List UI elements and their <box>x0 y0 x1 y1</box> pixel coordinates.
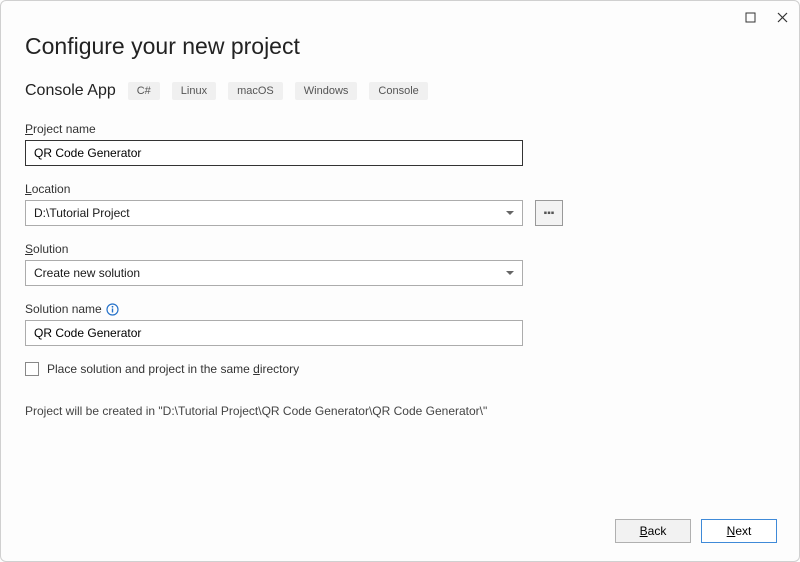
template-tag: Windows <box>295 82 358 100</box>
template-tag: C# <box>128 82 160 100</box>
solution-name-label: Solution name <box>25 302 775 316</box>
project-name-label: Project name <box>25 122 775 136</box>
template-name: Console App <box>25 82 116 100</box>
content-area: Configure your new project Console App C… <box>1 33 799 561</box>
solution-value: Create new solution <box>34 266 140 280</box>
same-directory-label: Place solution and project in the same d… <box>47 362 299 376</box>
template-tag: Console <box>369 82 427 100</box>
project-name-field: Project name <box>25 122 775 166</box>
creation-path-info: Project will be created in "D:\Tutorial … <box>25 404 775 418</box>
solution-field: Solution Create new solution <box>25 242 775 286</box>
ellipsis-icon: ▪▪▪ <box>544 208 555 219</box>
dialog-window: Configure your new project Console App C… <box>0 0 800 562</box>
titlebar <box>1 1 799 33</box>
page-title: Configure your new project <box>25 33 775 60</box>
template-tag: Linux <box>172 82 216 100</box>
solution-name-input[interactable] <box>25 320 523 346</box>
back-button[interactable]: Back <box>615 519 691 543</box>
same-directory-checkbox[interactable] <box>25 362 39 376</box>
same-directory-row: Place solution and project in the same d… <box>25 362 775 376</box>
location-field: Location D:\Tutorial Project ▪▪▪ <box>25 182 775 226</box>
location-value: D:\Tutorial Project <box>34 206 130 220</box>
close-button[interactable] <box>773 8 791 26</box>
close-icon <box>777 12 788 23</box>
next-button[interactable]: Next <box>701 519 777 543</box>
maximize-button[interactable] <box>741 8 759 26</box>
chevron-down-icon <box>506 271 514 275</box>
footer-buttons: Back Next <box>615 519 777 543</box>
template-tag: macOS <box>228 82 283 100</box>
browse-button[interactable]: ▪▪▪ <box>535 200 563 226</box>
info-icon[interactable] <box>106 303 119 316</box>
maximize-icon <box>745 12 756 23</box>
chevron-down-icon <box>506 211 514 215</box>
solution-combobox[interactable]: Create new solution <box>25 260 523 286</box>
solution-label: Solution <box>25 242 775 256</box>
solution-name-field: Solution name <box>25 302 775 346</box>
template-row: Console App C# Linux macOS Windows Conso… <box>25 82 775 100</box>
location-combobox[interactable]: D:\Tutorial Project <box>25 200 523 226</box>
project-name-input[interactable] <box>25 140 523 166</box>
location-label: Location <box>25 182 775 196</box>
